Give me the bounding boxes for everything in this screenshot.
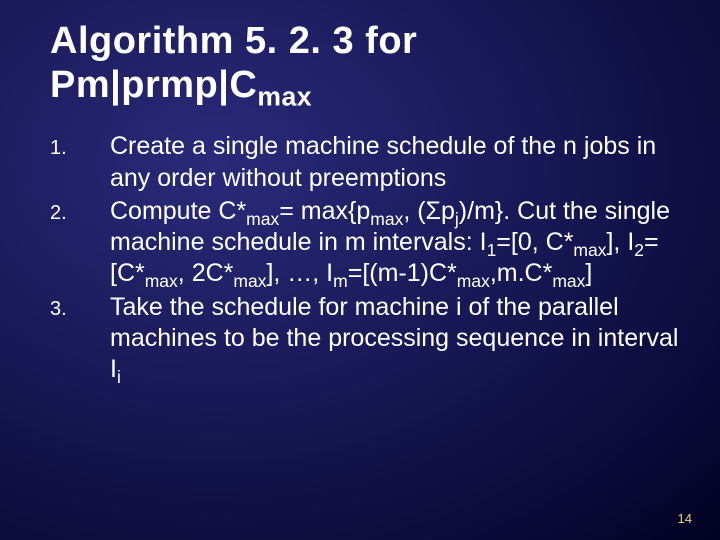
item-number: 2. <box>50 196 110 225</box>
title-line2-main: Pm|prmp|C <box>50 64 257 106</box>
slide: Algorithm 5. 2. 3 for Pm|prmp|Cmax 1. Cr… <box>0 0 720 540</box>
item-number: 3. <box>50 292 110 321</box>
item-number: 1. <box>50 131 110 160</box>
item-body: Take the schedule for machine i of the p… <box>110 292 680 386</box>
item-body: Create a single machine schedule of the … <box>110 131 680 194</box>
list-item: 2. Compute C*max= max{pmax, (Σpj)/m}. Cu… <box>50 196 680 290</box>
page-number: 14 <box>678 511 692 526</box>
title-line2-sub: max <box>257 81 312 111</box>
slide-title: Algorithm 5. 2. 3 for Pm|prmp|Cmax <box>50 20 680 107</box>
list-item: 3. Take the schedule for machine i of th… <box>50 292 680 386</box>
item-body: Compute C*max= max{pmax, (Σpj)/m}. Cut t… <box>110 196 680 290</box>
list-item: 1. Create a single machine schedule of t… <box>50 131 680 194</box>
item-text: Create a single machine schedule of the … <box>110 132 656 191</box>
ordered-list: 1. Create a single machine schedule of t… <box>50 131 680 385</box>
title-line1: Algorithm 5. 2. 3 for <box>50 20 417 62</box>
